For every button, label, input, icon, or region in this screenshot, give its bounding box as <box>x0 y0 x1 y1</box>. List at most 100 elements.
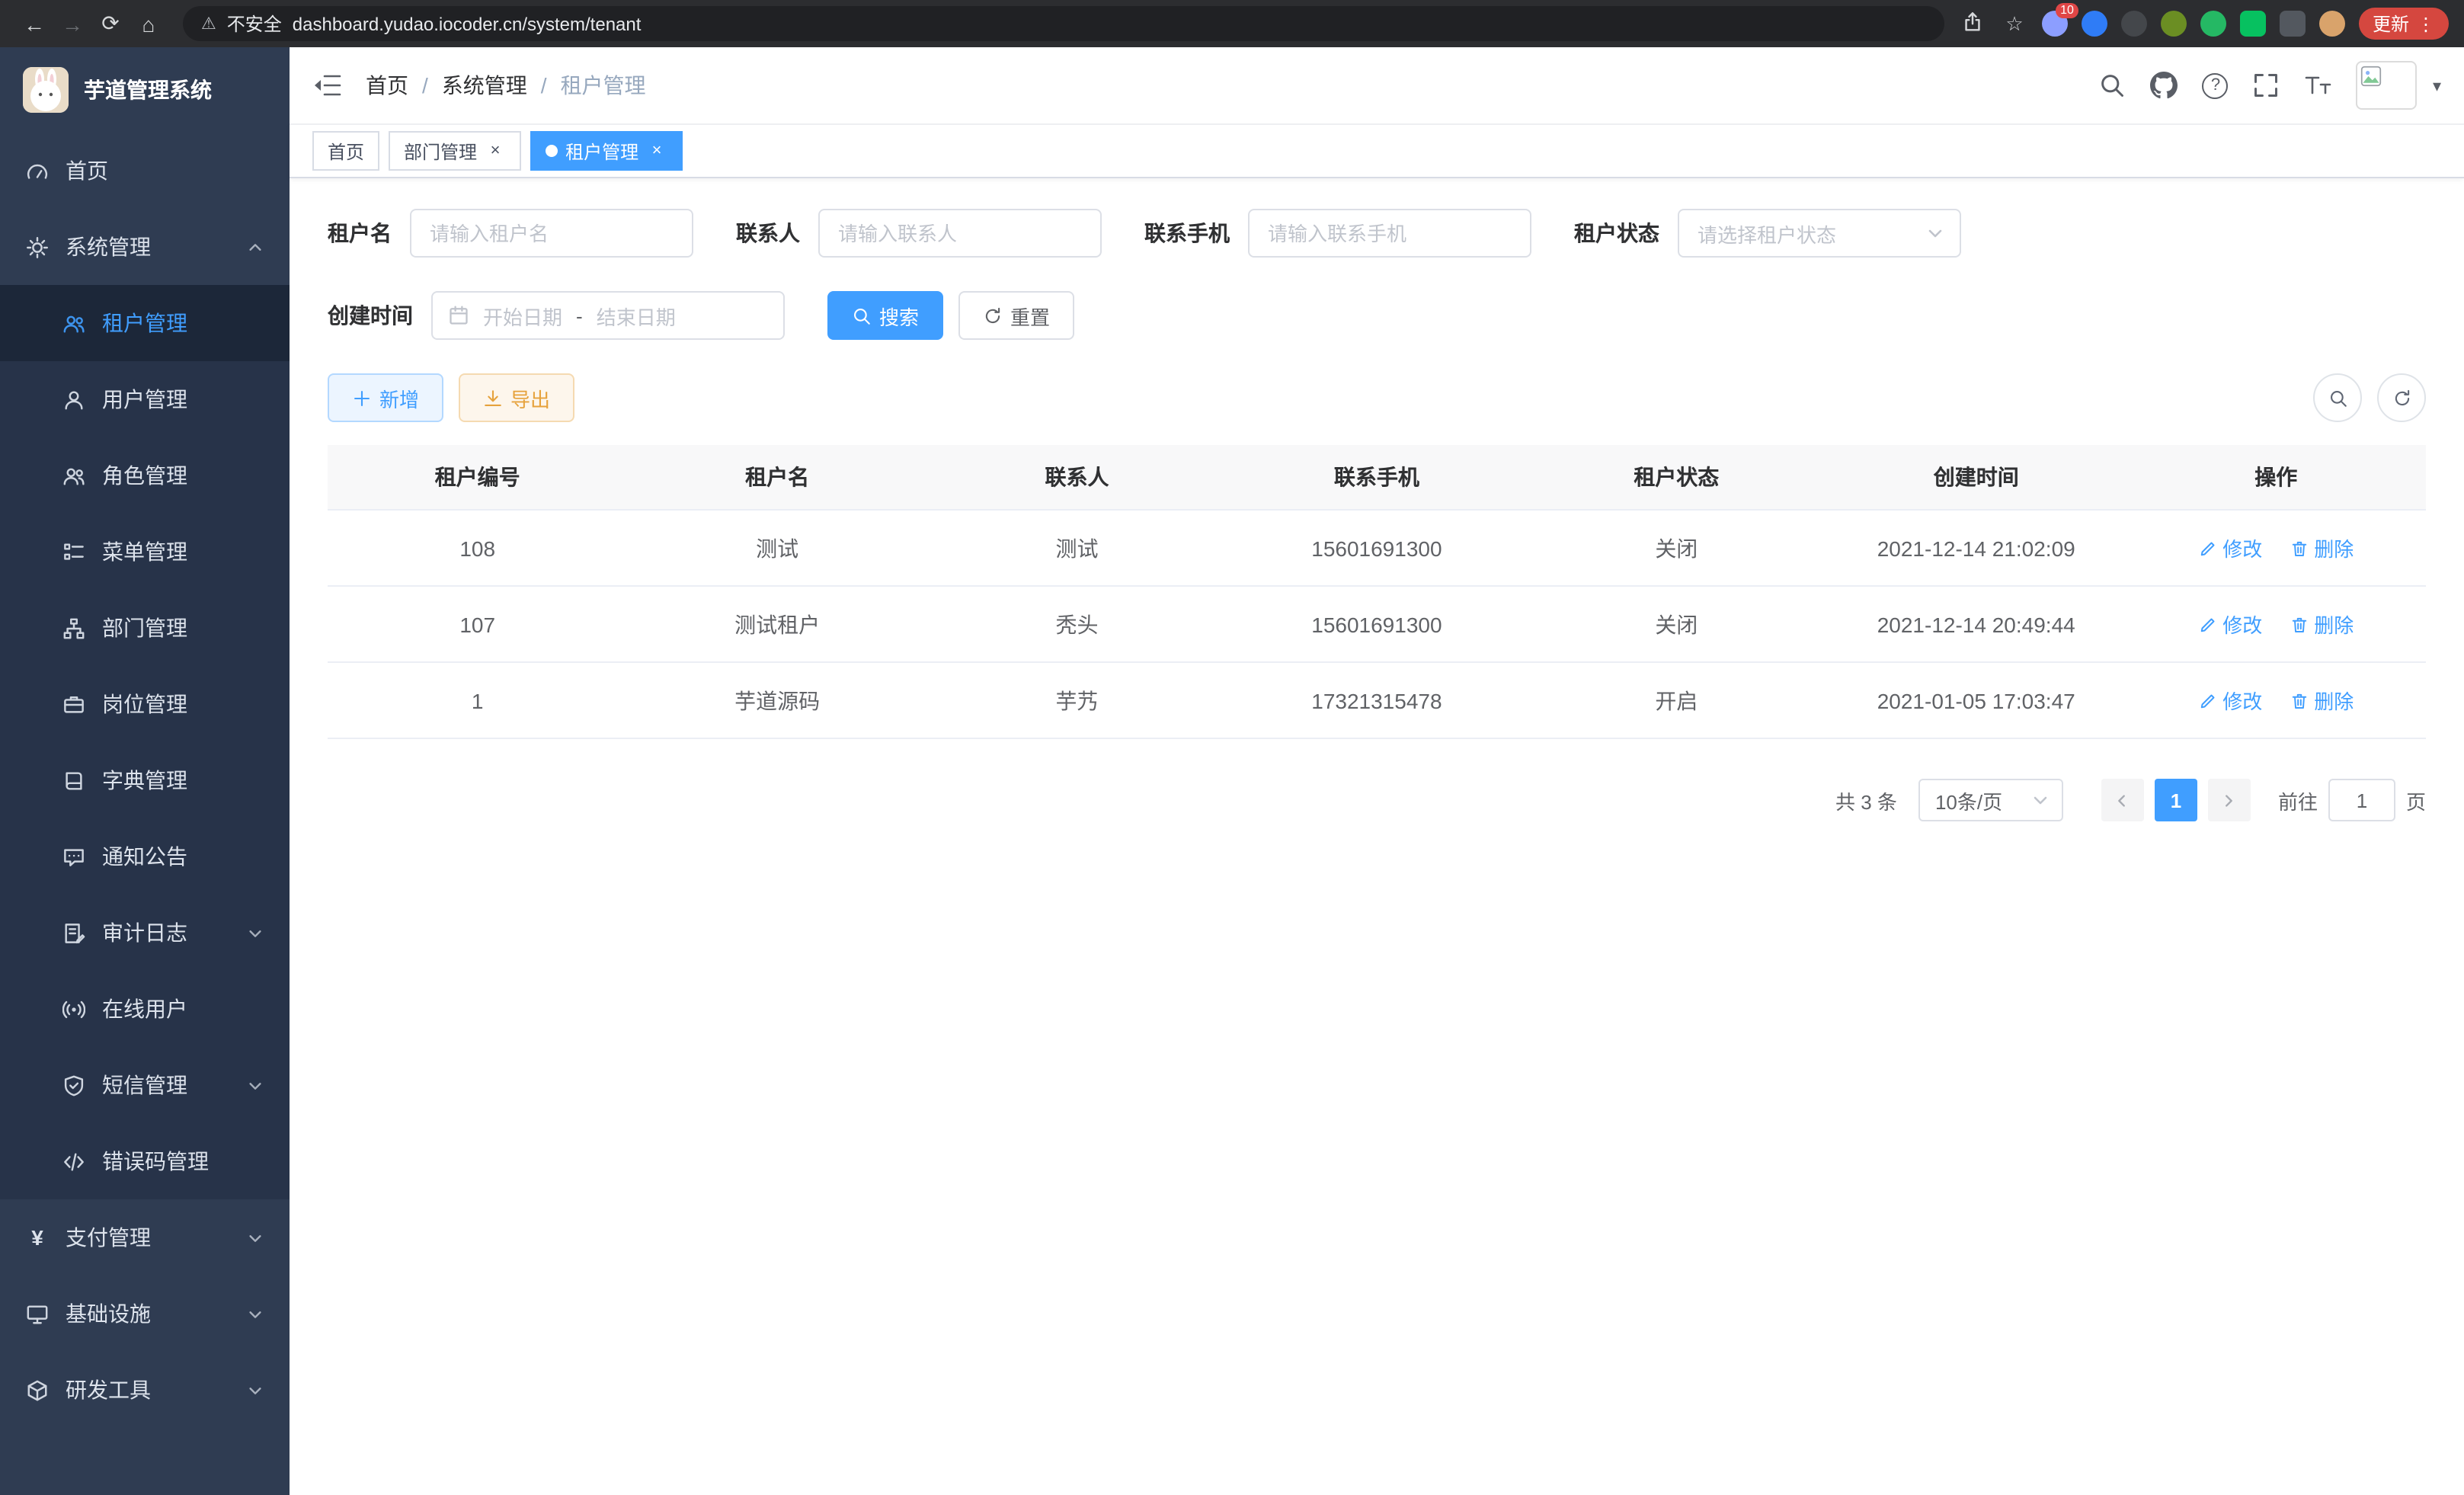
bookmark-star-icon[interactable]: ☆ <box>2001 11 2028 36</box>
github-icon[interactable] <box>2151 72 2178 99</box>
security-label[interactable]: 不安全 <box>227 11 282 37</box>
sidebar-item-department-management[interactable]: 部门管理 <box>0 590 290 666</box>
goto-label: 前往 <box>2278 786 2318 815</box>
help-icon[interactable]: ? <box>2203 72 2229 98</box>
edit-label: 修改 <box>2222 533 2262 562</box>
tab-close-icon[interactable]: × <box>646 142 667 160</box>
sidebar-item-tenant-management[interactable]: 租户管理 <box>0 285 290 361</box>
goto-page-input[interactable] <box>2328 779 2395 821</box>
calendar-icon <box>448 305 469 326</box>
chevron-down-icon <box>2031 791 2050 809</box>
search-icon[interactable] <box>2099 72 2126 99</box>
sidebar-item-dict-management[interactable]: 字典管理 <box>0 742 290 818</box>
add-button[interactable]: 新增 <box>328 373 443 422</box>
export-button[interactable]: 导出 <box>459 373 574 422</box>
sidebar-item-audit-log[interactable]: 审计日志 <box>0 895 290 971</box>
page-jumper: 前往 页 <box>2278 779 2426 821</box>
kebab-menu-icon[interactable]: ⋮ <box>2417 13 2435 34</box>
sidebar-item-notice[interactable]: 通知公告 <box>0 818 290 895</box>
edit-link[interactable]: 修改 <box>2198 686 2262 715</box>
tab-home[interactable]: 首页 <box>312 131 379 171</box>
sidebar-item-label: 菜单管理 <box>102 536 187 567</box>
extensions-puzzle-icon[interactable] <box>2280 11 2306 37</box>
app-title: 芋道管理系统 <box>84 75 212 105</box>
col-created: 创建时间 <box>1826 445 2126 510</box>
sidebar-item-sms-management[interactable]: 短信管理 <box>0 1047 290 1123</box>
sidebar-item-post-management[interactable]: 岗位管理 <box>0 666 290 742</box>
page-content: 租户名 联系人 联系手机 租户状态 请选择租户状态 <box>290 178 2464 1495</box>
tab-close-icon[interactable]: × <box>485 142 506 160</box>
page-number-1[interactable]: 1 <box>2155 779 2197 821</box>
table-row: 107 测试租户 秃头 15601691300 关闭 2021-12-14 20… <box>328 586 2426 662</box>
show-search-toggle-button[interactable] <box>2313 373 2362 422</box>
tenant-name-input[interactable] <box>410 209 693 258</box>
browser-back-button[interactable]: ← <box>15 11 53 36</box>
profile-avatar-icon[interactable] <box>2319 11 2345 37</box>
reset-button[interactable]: 重置 <box>958 291 1074 340</box>
breadcrumb-section[interactable]: 系统管理 <box>442 70 527 101</box>
browser-home-button[interactable]: ⌂ <box>130 11 168 36</box>
url-text[interactable]: dashboard.yudao.iocoder.cn/system/tenant <box>293 13 642 34</box>
cell-actions: 修改删除 <box>2126 662 2426 738</box>
update-label: 更新 <box>2373 11 2409 37</box>
extension-icon-3[interactable] <box>2121 11 2147 37</box>
fullscreen-icon[interactable] <box>2253 72 2280 99</box>
sidebar-item-home[interactable]: 首页 <box>0 133 290 209</box>
user-avatar[interactable] <box>2357 61 2418 110</box>
sidebar-item-error-code-management[interactable]: 错误码管理 <box>0 1123 290 1199</box>
cell-phone: 15601691300 <box>1227 510 1526 586</box>
sidebar-item-system-management[interactable]: 系统管理 <box>0 209 290 285</box>
sidebar-item-menu-management[interactable]: 菜单管理 <box>0 514 290 590</box>
table-row: 1 芋道源码 芋艿 17321315478 开启 2021-01-05 17:0… <box>328 662 2426 738</box>
col-status: 租户状态 <box>1527 445 1826 510</box>
sidebar-item-label: 在线用户 <box>102 994 187 1024</box>
search-button[interactable]: 搜索 <box>827 291 943 340</box>
edit-label: 修改 <box>2222 686 2262 715</box>
filter-label: 联系手机 <box>1144 218 1230 248</box>
address-bar[interactable]: ⚠ 不安全 dashboard.yudao.iocoder.cn/system/… <box>183 6 1944 41</box>
tab-department-management[interactable]: 部门管理 × <box>389 131 521 171</box>
sidebar-item-user-management[interactable]: 用户管理 <box>0 361 290 437</box>
sidebar-item-role-management[interactable]: 角色管理 <box>0 437 290 514</box>
browser-reload-button[interactable]: ⟳ <box>91 11 130 37</box>
tab-tenant-management[interactable]: 租户管理 × <box>530 131 683 171</box>
chevron-right-icon <box>2221 792 2238 808</box>
next-page-button[interactable] <box>2208 779 2251 821</box>
extension-icon-4[interactable] <box>2161 11 2187 37</box>
sidebar-item-dev-tools[interactable]: 研发工具 <box>0 1352 290 1428</box>
sidebar-collapse-icon[interactable] <box>312 70 343 101</box>
browser-forward-button[interactable]: → <box>53 11 91 36</box>
phone-input[interactable] <box>1248 209 1531 258</box>
delete-link[interactable]: 删除 <box>2290 610 2354 639</box>
extension-icon-1[interactable]: 10 <box>2042 11 2068 37</box>
extension-icon-2[interactable] <box>2082 11 2107 37</box>
page-size-select[interactable]: 10条/页 <box>1918 779 2063 821</box>
extension-icon-6[interactable] <box>2240 11 2266 37</box>
avatar-caret-icon[interactable]: ▾ <box>2433 75 2441 95</box>
share-icon[interactable] <box>1960 10 1987 37</box>
sidebar-item-label: 研发工具 <box>66 1375 151 1405</box>
sidebar-item-online-users[interactable]: 在线用户 <box>0 971 290 1047</box>
breadcrumb-home[interactable]: 首页 <box>366 70 408 101</box>
sidebar-item-payment-management[interactable]: ¥ 支付管理 <box>0 1199 290 1276</box>
cell-phone: 15601691300 <box>1227 586 1526 662</box>
col-contact: 联系人 <box>927 445 1227 510</box>
plus-icon <box>352 388 372 408</box>
delete-link[interactable]: 删除 <box>2290 533 2354 562</box>
contact-input[interactable] <box>818 209 1102 258</box>
filter-label: 租户名 <box>328 218 392 248</box>
font-size-icon[interactable] <box>2305 72 2332 99</box>
edit-link[interactable]: 修改 <box>2198 610 2262 639</box>
date-range-picker[interactable]: 开始日期 - 结束日期 <box>431 291 785 340</box>
extension-icon-5[interactable] <box>2200 11 2226 37</box>
sidebar-item-infrastructure[interactable]: 基础设施 <box>0 1276 290 1352</box>
app-logo[interactable]: 芋道管理系统 <box>0 47 290 133</box>
refresh-table-button[interactable] <box>2377 373 2426 422</box>
status-select[interactable]: 请选择租户状态 <box>1678 209 1961 258</box>
edit-icon <box>2198 539 2216 557</box>
cell-actions: 修改删除 <box>2126 510 2426 586</box>
prev-page-button[interactable] <box>2101 779 2144 821</box>
delete-link[interactable]: 删除 <box>2290 686 2354 715</box>
edit-link[interactable]: 修改 <box>2198 533 2262 562</box>
browser-update-button[interactable]: 更新 ⋮ <box>2359 8 2449 40</box>
